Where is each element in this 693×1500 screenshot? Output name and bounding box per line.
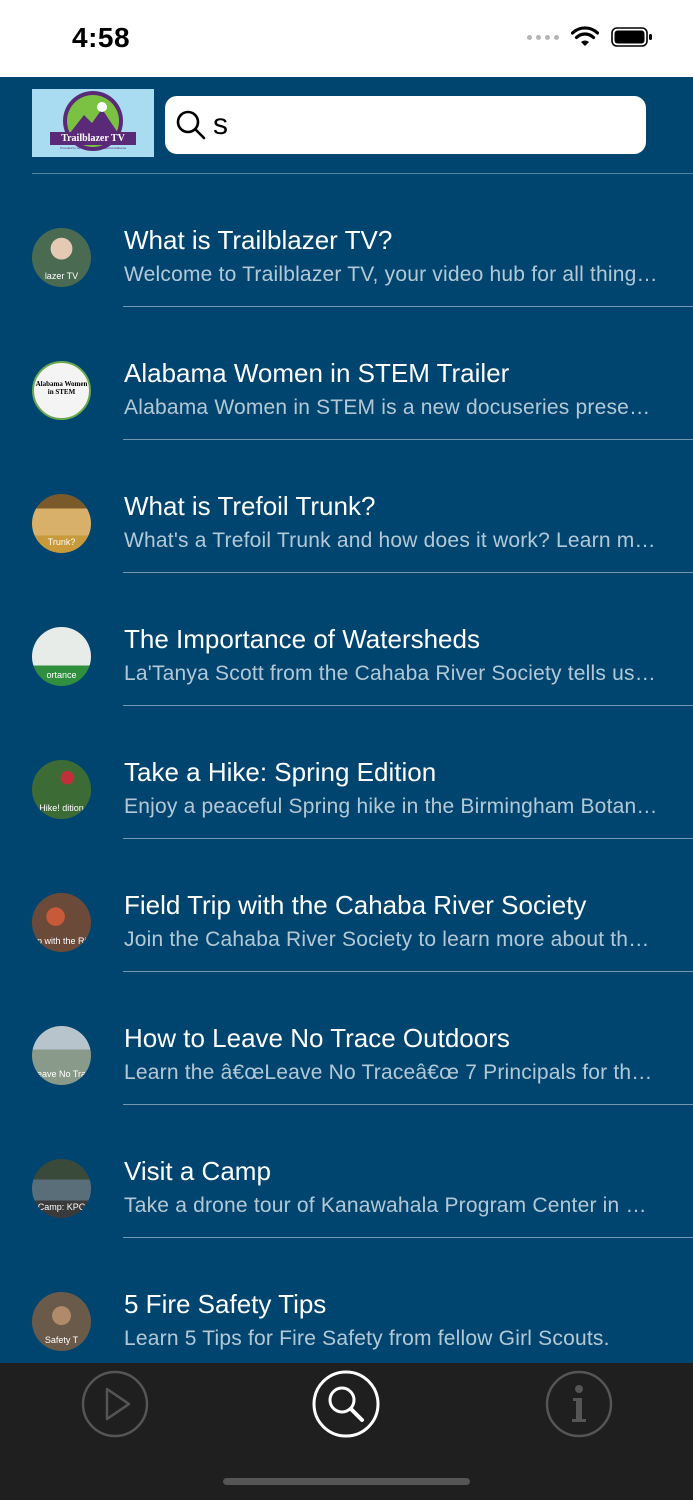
video-description: Welcome to Trailblazer TV, your video hu…	[124, 263, 660, 286]
thumbnail-caption: Trunk?	[47, 537, 76, 547]
video-title: What is Trefoil Trunk?	[124, 491, 376, 521]
wifi-icon	[571, 26, 599, 46]
logo-subtitle: Provided by Girl Scouts of North-Central…	[59, 146, 127, 150]
signal-icon	[527, 34, 559, 40]
video-thumbnail: Trunk?	[32, 494, 91, 553]
thumbnail-caption: Camp: KPC	[37, 1202, 86, 1212]
logo-title: Trailblazer TV	[50, 132, 136, 145]
thumbnail-caption: Leave No Trace	[32, 1069, 91, 1079]
video-description: Join the Cahaba River Society to learn m…	[124, 928, 660, 951]
thumbnail-caption: Safety T	[44, 1335, 79, 1345]
video-thumbnail: Hike! dition	[32, 760, 91, 819]
video-description: La'Tanya Scott from the Cahaba River Soc…	[124, 662, 660, 685]
thumbnail-caption: rip with the River So	[32, 936, 91, 946]
video-title: How to Leave No Trace Outdoors	[124, 1023, 510, 1053]
video-thumbnail: lazer TV	[32, 228, 91, 287]
list-item[interactable]: lazer TV What is Trailblazer TV? Welcome…	[0, 174, 693, 307]
battery-icon	[611, 27, 652, 47]
video-thumbnail: ortance	[32, 627, 91, 686]
list-item[interactable]: Trunk? What is Trefoil Trunk? What's a T…	[0, 440, 693, 573]
list-item[interactable]: Leave No Trace How to Leave No Trace Out…	[0, 972, 693, 1105]
video-thumbnail: Camp: KPC	[32, 1159, 91, 1218]
status-bar: 4:58	[0, 0, 693, 77]
video-title: Alabama Women in STEM Trailer	[124, 358, 510, 388]
video-title: What is Trailblazer TV?	[124, 225, 393, 255]
search-bar[interactable]	[165, 96, 646, 154]
list-item[interactable]: Safety T 5 Fire Safety Tips Learn 5 Tips…	[0, 1238, 693, 1363]
info-icon[interactable]	[544, 1369, 614, 1439]
video-description: Enjoy a peaceful Spring hike in the Birm…	[124, 795, 660, 818]
video-thumbnail: Safety T	[32, 1292, 91, 1351]
list-item[interactable]: ortance The Importance of Watersheds La'…	[0, 573, 693, 706]
video-thumbnail: Leave No Trace	[32, 1026, 91, 1085]
thumbnail-caption: Hike! dition	[39, 803, 84, 813]
thumbnail-caption: lazer TV	[44, 271, 79, 281]
video-title: Take a Hike: Spring Edition	[124, 757, 437, 787]
video-title: The Importance of Watersheds	[124, 624, 480, 654]
video-title: Visit a Camp	[124, 1156, 271, 1186]
list-item[interactable]: Alabama Women in STEM Alabama Women in S…	[0, 307, 693, 440]
status-icons	[527, 26, 653, 48]
list-item[interactable]: Hike! dition Take a Hike: Spring Edition…	[0, 706, 693, 839]
video-description: Take a drone tour of Kanawahala Program …	[124, 1194, 660, 1217]
video-list[interactable]: lazer TV What is Trailblazer TV? Welcome…	[0, 174, 693, 1363]
thumbnail-caption: ortance	[46, 670, 77, 680]
video-description: Alabama Women in STEM is a new docuserie…	[124, 396, 660, 419]
list-item[interactable]: Camp: KPC Visit a Camp Take a drone tour…	[0, 1105, 693, 1238]
video-thumbnail: Alabama Women in STEM	[32, 361, 91, 420]
search-icon[interactable]	[311, 1369, 381, 1439]
play-icon[interactable]	[80, 1369, 150, 1439]
home-indicator	[223, 1478, 470, 1485]
thumbnail-caption: Alabama Women in STEM	[35, 380, 88, 396]
video-title: Field Trip with the Cahaba River Society	[124, 890, 587, 920]
status-time: 4:58	[72, 22, 131, 53]
video-thumbnail: rip with the River So	[32, 893, 91, 952]
header: Trailblazer TV Provided by Girl Scouts o…	[0, 77, 693, 174]
video-description: Learn the â€œLeave No Traceâ€œ 7 Princip…	[124, 1061, 660, 1084]
search-icon	[176, 110, 206, 140]
video-description: Learn 5 Tips for Fire Safety from fellow…	[124, 1327, 610, 1350]
search-input[interactable]	[213, 104, 633, 146]
video-title: 5 Fire Safety Tips	[124, 1289, 327, 1319]
video-description: What's a Trefoil Trunk and how does it w…	[124, 529, 660, 552]
list-item[interactable]: rip with the River So Field Trip with th…	[0, 839, 693, 972]
app-logo: Trailblazer TV Provided by Girl Scouts o…	[32, 89, 154, 157]
